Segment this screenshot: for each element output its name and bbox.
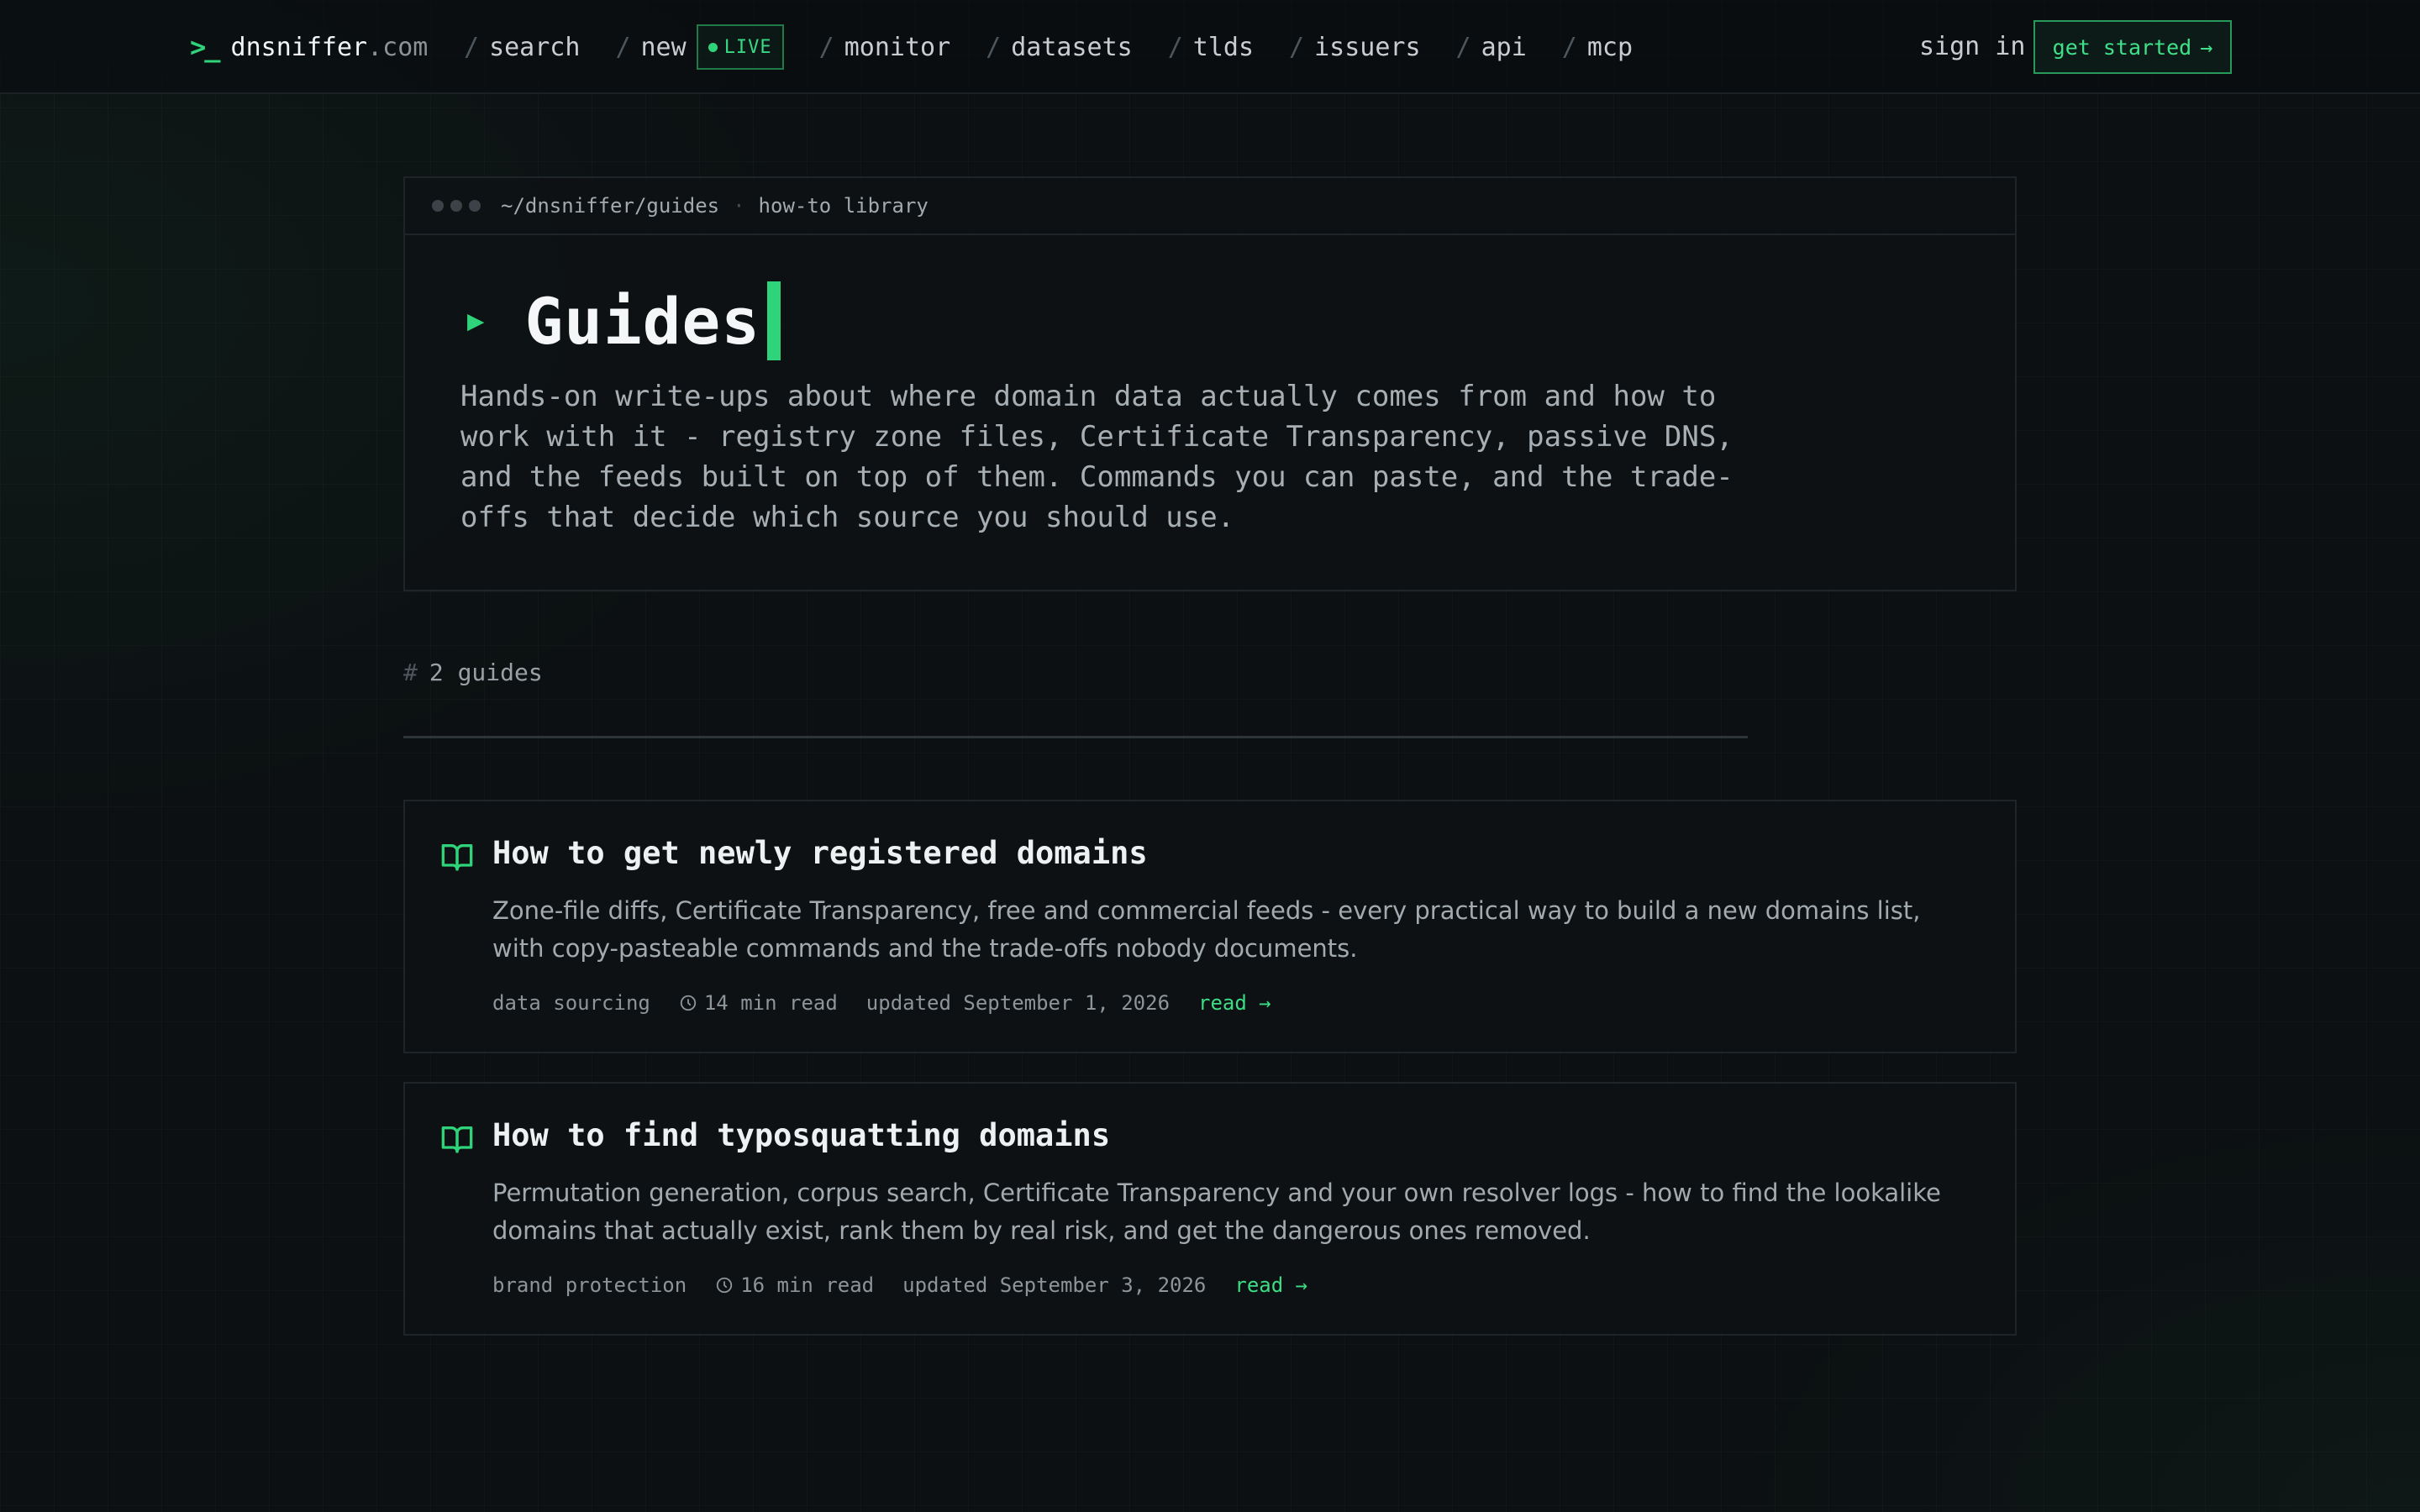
brand-tld: .com xyxy=(367,32,429,62)
nav-slash: / xyxy=(818,32,834,62)
guide-category: brand protection xyxy=(492,1273,687,1297)
book-open-icon xyxy=(441,844,473,871)
guides-count-label: 2 guides xyxy=(429,659,543,686)
get-started-label: get started xyxy=(2052,34,2192,60)
guide-read-time: 14 min read xyxy=(679,991,838,1015)
title-separator: · xyxy=(733,194,745,218)
nav-slash: / xyxy=(615,32,631,62)
cursor-block-icon xyxy=(767,281,781,360)
guide-updated: updated September 3, 2026 xyxy=(902,1273,1207,1297)
get-started-button[interactable]: get started → xyxy=(2033,20,2232,74)
nav-item-monitor[interactable]: / monitor xyxy=(819,33,951,62)
nav-slash: / xyxy=(464,32,480,62)
nav-slash: / xyxy=(1561,32,1577,62)
nav-label: monitor xyxy=(844,32,951,62)
nav-item-new[interactable]: / new LIVE xyxy=(615,24,784,70)
nav-label: issuers xyxy=(1314,32,1421,62)
play-icon: ▶ xyxy=(467,304,485,338)
nav-item-tlds[interactable]: / tlds xyxy=(1168,33,1254,62)
nav-item-mcp[interactable]: / mcp xyxy=(1562,33,1633,62)
terminal-subtitle: how-to library xyxy=(758,194,929,218)
divider xyxy=(403,736,1748,738)
page-title: Guides xyxy=(524,283,761,359)
nav-label: tlds xyxy=(1192,32,1255,62)
window-dots-icon xyxy=(432,200,481,212)
sign-in-link[interactable]: sign in xyxy=(1919,29,2025,66)
nav-label: api xyxy=(1481,32,1527,62)
terminal-path: ~/dnsniffer/guides xyxy=(501,194,720,218)
live-badge: LIVE xyxy=(696,24,784,70)
book-open-icon xyxy=(441,1126,473,1153)
brand-wordmark: dnsniffer.com xyxy=(231,33,429,62)
nav-label: datasets xyxy=(1011,32,1133,62)
brand-logo-link[interactable]: >_ dnsniffer.com xyxy=(190,29,428,66)
guide-card[interactable]: How to find typosquatting domains Permut… xyxy=(403,1082,2017,1336)
nav-slash: / xyxy=(986,32,1002,62)
brand-name: dnsniffer xyxy=(230,32,368,62)
guide-description: Zone-file diffs, Certificate Transparenc… xyxy=(492,896,1921,963)
terminal-title-bar: ~/dnsniffer/guides · how-to library xyxy=(405,178,2015,235)
guide-read-time: 16 min read xyxy=(715,1273,874,1297)
hero-panel: ~/dnsniffer/guides · how-to library ▶ Gu… xyxy=(403,176,2017,591)
guide-meta: data sourcing 14 min read updated Septem… xyxy=(492,991,1271,1015)
nav-slash: / xyxy=(1455,32,1471,62)
nav-item-search[interactable]: / search xyxy=(464,33,580,62)
guide-title[interactable]: How to get newly registered domains xyxy=(492,835,1148,871)
read-time-label: 16 min read xyxy=(740,1273,875,1297)
read-link[interactable]: read → xyxy=(1234,1273,1307,1297)
guide-meta: brand protection 16 min read updated Sep… xyxy=(492,1273,1307,1297)
nav-label: search xyxy=(489,32,581,62)
live-dot-icon xyxy=(708,42,718,52)
guides-count: #2 guides xyxy=(403,659,543,686)
live-badge-label: LIVE xyxy=(723,36,772,58)
nav-links: / search / new LIVE / monitor / datasets / tl… xyxy=(464,24,1668,70)
nav-slash: / xyxy=(1289,32,1305,62)
arrow-right-icon: → xyxy=(2200,34,2213,60)
read-time-label: 14 min read xyxy=(703,991,838,1015)
clock-icon xyxy=(717,1277,733,1294)
read-link[interactable]: read → xyxy=(1198,991,1271,1015)
guide-title[interactable]: How to find typosquatting domains xyxy=(492,1117,1110,1153)
page-title-row: ▶ Guides xyxy=(467,279,781,363)
guide-updated: updated September 1, 2026 xyxy=(865,991,1171,1015)
guide-description: Permutation generation, corpus search, C… xyxy=(492,1179,1941,1245)
top-nav: >_ dnsniffer.com / search / new LIVE / moni… xyxy=(0,0,2420,94)
nav-label: mcp xyxy=(1586,32,1634,62)
guide-card[interactable]: How to get newly registered domains Zone… xyxy=(403,800,2017,1053)
nav-item-api[interactable]: / api xyxy=(1456,33,1527,62)
hash-icon: # xyxy=(403,659,418,686)
guide-category: data sourcing xyxy=(492,991,650,1015)
nav-item-datasets[interactable]: / datasets xyxy=(986,33,1133,62)
terminal-prompt-icon: >_ xyxy=(190,31,221,63)
clock-icon xyxy=(680,995,697,1011)
nav-item-issuers[interactable]: / issuers xyxy=(1289,33,1421,62)
page-description: Hands-on write-ups about where domain da… xyxy=(460,380,1733,534)
nav-slash: / xyxy=(1167,32,1183,62)
nav-label: new xyxy=(640,32,687,62)
